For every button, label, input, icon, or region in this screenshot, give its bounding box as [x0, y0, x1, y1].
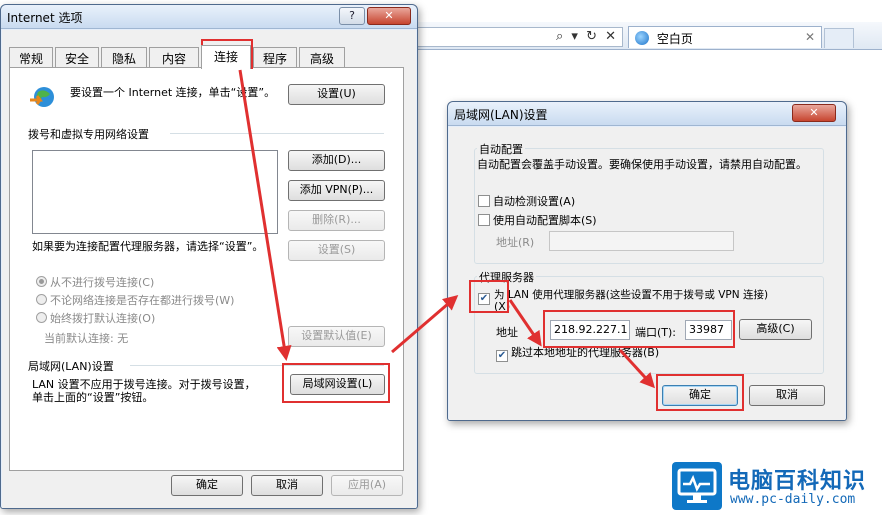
arrow-to-lan-dialog: [391, 295, 459, 354]
tab-connections[interactable]: 连接: [201, 45, 251, 69]
site-watermark: 电脑百科知识 www.pc-daily.com: [668, 460, 882, 515]
watermark-url: www.pc-daily.com: [730, 492, 856, 507]
arrow-address-to-ok: [618, 348, 656, 389]
annotation-arrows: [238, 69, 656, 389]
watermark-title: 电脑百科知识: [728, 469, 867, 494]
monitor-logo-icon: [672, 462, 722, 510]
arrow-tab-to-lan-button: [238, 69, 292, 361]
arrow-checkbox-to-address: [508, 299, 542, 347]
